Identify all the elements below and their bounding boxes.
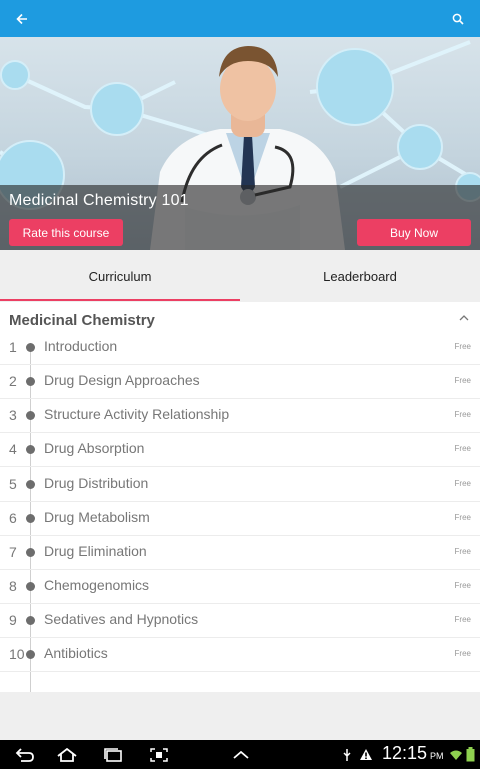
lesson-row[interactable]: 10 Antibiotics Free	[0, 638, 480, 672]
system-recents-button[interactable]	[98, 740, 128, 769]
lesson-row[interactable]: 8 Chemogenomics Free	[0, 570, 480, 604]
lesson-number: 7	[9, 544, 17, 560]
collapse-section-button[interactable]	[456, 310, 472, 326]
recents-nav-icon	[104, 747, 122, 762]
free-badge: Free	[454, 479, 471, 488]
home-nav-icon	[57, 747, 77, 762]
free-badge: Free	[454, 547, 471, 556]
battery-icon	[464, 740, 476, 769]
usb-icon	[340, 740, 354, 769]
timeline-dot	[26, 582, 35, 591]
section-title: Medicinal Chemistry	[9, 312, 155, 329]
timeline-dot	[26, 377, 35, 386]
lesson-number: 5	[9, 476, 17, 492]
curriculum-list: Medicinal Chemistry 1 Introduction Free …	[0, 302, 480, 692]
timeline-dot	[26, 445, 35, 454]
lesson-number: 6	[9, 510, 17, 526]
chevron-up-icon	[459, 315, 469, 321]
search-button[interactable]	[436, 0, 480, 37]
course-title: Medicinal Chemistry 101	[9, 192, 189, 209]
back-nav-icon	[15, 747, 34, 762]
lesson-title: Antibiotics	[44, 645, 108, 661]
timeline-dot	[26, 514, 35, 523]
lesson-row[interactable]: 3 Structure Activity Relationship Free	[0, 399, 480, 433]
lesson-title: Structure Activity Relationship	[44, 406, 230, 422]
warning-icon	[358, 740, 374, 769]
lesson-title: Drug Metabolism	[44, 509, 150, 525]
lesson-number: 9	[9, 612, 17, 628]
back-button[interactable]	[0, 0, 44, 37]
lesson-title: Drug Distribution	[44, 475, 149, 491]
lesson-number: 3	[9, 407, 17, 423]
expand-button[interactable]	[226, 740, 256, 769]
lesson-title: Chemogenomics	[44, 577, 150, 593]
clock-ampm: PM	[430, 751, 444, 761]
arrow-left-icon	[16, 13, 27, 24]
search-icon	[452, 13, 464, 25]
lesson-number: 10	[9, 646, 25, 662]
lesson-title: Sedatives and Hypnotics	[44, 611, 199, 627]
lesson-row[interactable]: 7 Drug Elimination Free	[0, 536, 480, 570]
rate-course-button[interactable]: Rate this course	[9, 219, 123, 246]
tab-leaderboard[interactable]: Leaderboard	[240, 250, 480, 302]
lesson-title: Drug Design Approaches	[44, 372, 200, 388]
course-hero: Medicinal Chemistry 101 Rate this course…	[0, 37, 480, 250]
lesson-row[interactable]: 2 Drug Design Approaches Free	[0, 365, 480, 399]
timeline-dot	[26, 480, 35, 489]
lesson-title: Drug Absorption	[44, 440, 145, 456]
clock-time: 12:15	[382, 743, 428, 763]
free-badge: Free	[454, 342, 471, 351]
lesson-row[interactable]: 5 Drug Distribution Free	[0, 468, 480, 502]
lesson-number: 8	[9, 578, 17, 594]
lesson-row[interactable]: 6 Drug Metabolism Free	[0, 502, 480, 536]
free-badge: Free	[454, 513, 471, 522]
system-nav-bar: 12:15 PM	[0, 740, 480, 769]
system-home-button[interactable]	[52, 740, 82, 769]
lesson-row[interactable]: 4 Drug Absorption Free	[0, 433, 480, 467]
free-badge: Free	[454, 581, 471, 590]
timeline-dot	[26, 650, 35, 659]
lesson-title: Drug Elimination	[44, 543, 147, 559]
lesson-number: 1	[9, 339, 17, 355]
timeline-dot	[26, 343, 35, 352]
lesson-row[interactable]: 1 Introduction Free	[0, 331, 480, 365]
free-badge: Free	[454, 615, 471, 624]
free-badge: Free	[454, 410, 471, 419]
timeline-dot	[26, 616, 35, 625]
tab-indicator	[0, 299, 240, 301]
free-badge: Free	[454, 444, 471, 453]
wifi-icon	[449, 740, 463, 769]
lesson-number: 4	[9, 441, 17, 457]
tab-curriculum[interactable]: Curriculum	[0, 250, 240, 302]
lesson-title: Introduction	[44, 338, 118, 354]
empty-area	[0, 692, 480, 740]
free-badge: Free	[454, 376, 471, 385]
free-badge: Free	[454, 649, 471, 658]
tab-bar: Curriculum Leaderboard	[0, 250, 480, 302]
screenshot-button[interactable]	[144, 740, 174, 769]
timeline-dot	[26, 411, 35, 420]
chevron-up-icon	[233, 750, 249, 759]
screenshot-icon	[150, 747, 168, 762]
timeline-dot	[26, 548, 35, 557]
lesson-number: 2	[9, 373, 17, 389]
system-back-button[interactable]	[10, 740, 40, 769]
buy-now-button[interactable]: Buy Now	[357, 219, 471, 246]
lesson-row[interactable]: 9 Sedatives and Hypnotics Free	[0, 604, 480, 638]
app-bar	[0, 0, 480, 37]
